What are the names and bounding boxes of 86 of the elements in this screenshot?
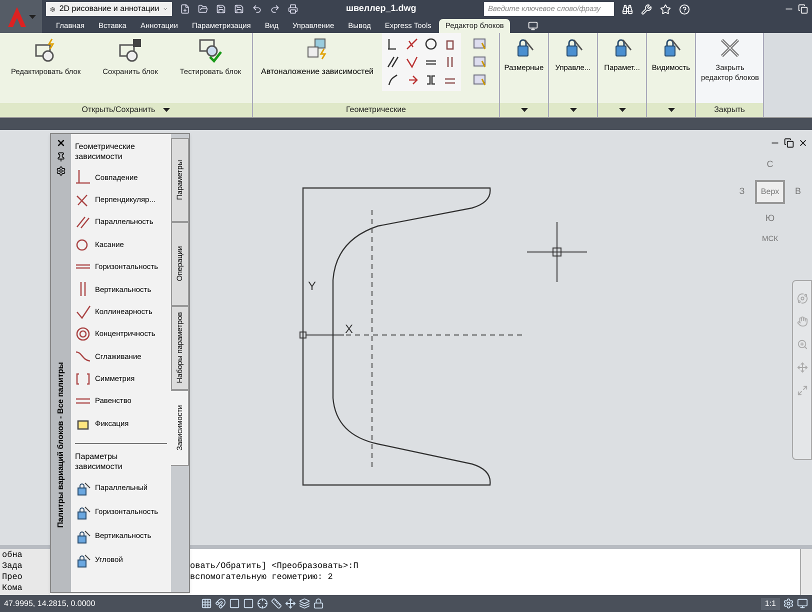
command-line: Прео xyxy=(2,572,24,583)
panel-footer[interactable] xyxy=(647,103,695,117)
scrollbar[interactable] xyxy=(800,549,812,595)
print-icon[interactable] xyxy=(288,4,298,14)
window-title: швеллер_1.dwg xyxy=(346,2,418,16)
caret-icon xyxy=(163,5,168,13)
caret-icon xyxy=(28,14,36,18)
close-icon[interactable] xyxy=(56,138,66,148)
crosshair-icon[interactable] xyxy=(257,598,268,609)
caret-icon xyxy=(618,108,626,112)
command-line: вспомогательную геометрию: 2 xyxy=(190,572,334,583)
lock-icon[interactable] xyxy=(313,598,324,609)
restore-icon[interactable] xyxy=(784,138,794,148)
move-icon[interactable] xyxy=(285,598,296,609)
constraint-icon[interactable] xyxy=(386,73,400,87)
caret-icon xyxy=(520,108,528,112)
ruler-icon[interactable] xyxy=(271,598,282,609)
constraint-icon[interactable] xyxy=(404,55,419,69)
square-icon[interactable] xyxy=(243,598,254,609)
save-icon[interactable] xyxy=(216,4,226,14)
magnet-icon[interactable] xyxy=(215,598,226,609)
monitor-icon[interactable] xyxy=(797,598,808,609)
coordinates: 47.9995, 14.2815, 0.0000 xyxy=(4,598,96,610)
workspace-dropdown[interactable]: 2D рисование и аннотации xyxy=(46,2,172,16)
auto-constrain-button[interactable]: Автоналожение зависимостей xyxy=(257,33,378,77)
help-icon[interactable] xyxy=(679,4,690,14)
constraint-bar-icon[interactable] xyxy=(472,55,487,69)
constraint-icon xyxy=(75,326,91,342)
close-icon xyxy=(719,37,741,59)
compass-label: С xyxy=(766,158,774,171)
command-line: Зада xyxy=(2,561,24,572)
wrench-icon[interactable] xyxy=(641,4,652,14)
block-icon xyxy=(117,37,144,63)
viewcube-face[interactable]: Верх xyxy=(754,180,786,204)
constraint-icon xyxy=(75,370,91,387)
new-file-icon[interactable] xyxy=(180,4,190,14)
panel-footer[interactable] xyxy=(500,103,548,117)
layers-icon[interactable] xyxy=(299,598,310,609)
ucs-icon xyxy=(300,294,344,338)
lock-parameter-icon xyxy=(75,528,91,544)
compass-label: Ю xyxy=(765,212,775,224)
command-line: овать/Обратить] <Преобразовать>:П xyxy=(190,561,360,572)
command-line: Кома xyxy=(2,583,24,594)
star-icon[interactable] xyxy=(660,4,671,14)
redo-icon[interactable] xyxy=(270,4,280,14)
save-as-icon[interactable] xyxy=(234,4,244,14)
square-icon[interactable] xyxy=(229,598,240,609)
lock-parameter-icon xyxy=(75,480,91,496)
constraint-bar-icon[interactable] xyxy=(472,37,487,51)
constraint-icon[interactable] xyxy=(424,37,438,51)
command-line: обна xyxy=(2,550,24,561)
open-folder-icon[interactable] xyxy=(198,4,208,14)
lock-parameter-icon xyxy=(75,552,91,568)
caret-icon xyxy=(668,108,674,112)
panel-title[interactable]: Геометрические xyxy=(253,103,499,117)
constraint-icon xyxy=(75,169,91,186)
caret-icon xyxy=(570,108,576,112)
axis-label: X xyxy=(345,322,354,336)
panel-footer[interactable] xyxy=(598,103,646,117)
pin-icon[interactable] xyxy=(56,152,66,162)
section-title: Параметры зависимости xyxy=(75,452,124,472)
binoculars-icon[interactable] xyxy=(622,4,633,14)
logo-icon xyxy=(6,6,26,28)
panel-footer[interactable] xyxy=(549,103,597,117)
constraint-icon[interactable] xyxy=(404,37,419,51)
axis-label: Y xyxy=(308,279,316,293)
panel-title[interactable]: Закрыть xyxy=(696,103,763,117)
constraint-icon[interactable] xyxy=(386,55,400,69)
compass-label: З xyxy=(739,184,745,198)
monitor-icon[interactable] xyxy=(528,21,538,31)
gear-icon xyxy=(50,4,56,14)
annotation-scale[interactable]: 1:1 xyxy=(760,598,780,610)
panel-title[interactable]: Открыть/Сохранить xyxy=(0,103,252,117)
settings-icon[interactable] xyxy=(56,166,66,176)
lock-parameter-icon xyxy=(75,504,91,520)
crosshair-cursor-icon xyxy=(526,222,588,282)
constraint-bar-icon[interactable] xyxy=(472,73,487,87)
palette-title: Палитры вариаций блоков - Все палитры xyxy=(55,362,66,528)
section-title: Геометрические зависимости xyxy=(75,142,136,162)
undo-icon[interactable] xyxy=(252,4,262,14)
grid-icon[interactable] xyxy=(201,598,212,609)
restore-icon[interactable] xyxy=(798,4,808,14)
compass-label: В xyxy=(794,184,801,198)
block-icon xyxy=(197,37,224,63)
close-icon[interactable] xyxy=(798,138,808,148)
constraint-icon xyxy=(75,304,91,320)
